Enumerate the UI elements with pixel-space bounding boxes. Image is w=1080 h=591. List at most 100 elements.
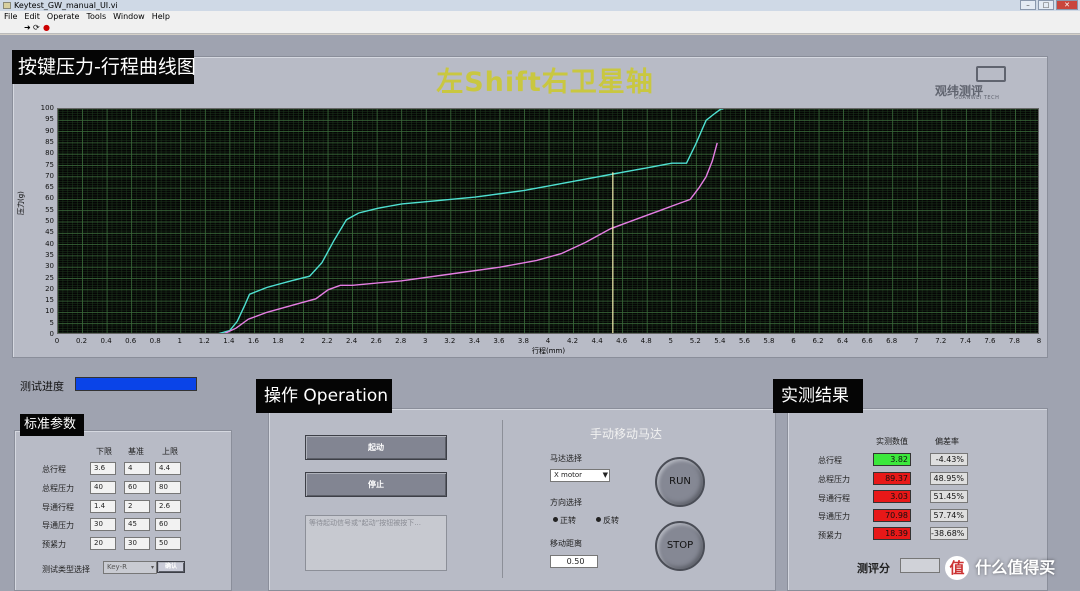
- radio-forward[interactable]: 正转: [553, 515, 576, 526]
- std-input[interactable]: 30: [90, 518, 116, 531]
- std-input[interactable]: 20: [90, 537, 116, 550]
- result-row-label: 总行程: [818, 456, 842, 465]
- results-label: 实测结果: [773, 379, 863, 413]
- std-input[interactable]: 40: [90, 481, 116, 494]
- result-row-label: 总程压力: [818, 475, 850, 484]
- app-icon: [3, 2, 11, 9]
- std-row-label: 预紧力: [42, 540, 66, 549]
- y-axis-label: 压力(g): [17, 191, 25, 215]
- menu-tools[interactable]: Tools: [86, 11, 106, 22]
- col-lower-limit: 下限: [96, 447, 112, 456]
- std-input[interactable]: 45: [124, 518, 150, 531]
- menu-help[interactable]: Help: [152, 11, 170, 22]
- y-tick-label: 70: [45, 171, 54, 180]
- x-axis-label: 行程(mm): [532, 347, 566, 355]
- watermark-logo-icon: 值: [945, 556, 969, 580]
- test-type-label: 测试类型选择: [42, 565, 90, 574]
- std-input[interactable]: 60: [124, 481, 150, 494]
- std-input[interactable]: 1.4: [90, 500, 116, 513]
- col-baseline: 基准: [128, 447, 144, 456]
- menu-window[interactable]: Window: [113, 11, 145, 22]
- operation-label: 操作 Operation: [256, 379, 392, 413]
- y-tick-label: 50: [45, 217, 54, 225]
- run-continuous-icon[interactable]: ⟳: [33, 24, 40, 32]
- menu-file[interactable]: File: [4, 11, 17, 22]
- result-deviation: -38.68%: [930, 527, 968, 540]
- result-deviation: 48.95%: [930, 472, 968, 485]
- std-input[interactable]: 30: [124, 537, 150, 550]
- logo-mark-icon: [976, 66, 1006, 82]
- run-button[interactable]: RUN: [655, 457, 705, 507]
- std-input[interactable]: 4.4: [155, 462, 181, 475]
- std-row-label: 导通压力: [42, 521, 74, 530]
- progress-bar: [75, 377, 197, 391]
- distance-input[interactable]: 0.50: [550, 555, 598, 568]
- abort-icon[interactable]: ●: [43, 24, 50, 32]
- watermark: 值 什么值得买: [945, 548, 1080, 588]
- std-input[interactable]: 3.6: [90, 462, 116, 475]
- logo-subtext: GUANWEI TECH: [954, 95, 1000, 101]
- menu-bar: File Edit Operate Tools Window Help: [0, 11, 1080, 22]
- run-arrow-icon[interactable]: ➜: [24, 24, 31, 32]
- menu-edit[interactable]: Edit: [24, 11, 40, 22]
- result-value: 18.39: [873, 527, 911, 540]
- minimize-button[interactable]: –: [1020, 0, 1036, 10]
- radio-dot-icon: [596, 517, 601, 522]
- std-input[interactable]: 4: [124, 462, 150, 475]
- test-type-select[interactable]: Key-R ▾: [103, 561, 157, 574]
- result-deviation: 57.74%: [930, 509, 968, 522]
- score-indicator: [900, 558, 940, 573]
- progress-label: 测试进度: [20, 380, 64, 393]
- y-tick-label: 35: [45, 250, 54, 259]
- result-value: 89.37: [873, 472, 911, 485]
- y-tick-label: 95: [45, 115, 54, 124]
- result-value: 70.98: [873, 509, 911, 522]
- test-type-value: Key-R: [107, 563, 127, 571]
- plot-svg: [58, 109, 1038, 333]
- maximize-button[interactable]: □: [1038, 0, 1054, 10]
- y-tick-label: 65: [45, 183, 54, 192]
- y-tick-label: 60: [45, 194, 54, 203]
- stop-test-button[interactable]: 停止: [305, 472, 447, 497]
- std-row-label: 总程压力: [42, 484, 74, 493]
- radio-reverse-label: 反转: [603, 516, 619, 525]
- stop-motor-button[interactable]: STOP: [655, 521, 705, 571]
- y-tick-label: 75: [45, 160, 54, 169]
- y-tick-label: 85: [45, 137, 54, 146]
- confirm-type-button[interactable]: 确认: [157, 561, 185, 573]
- result-row-label: 导通压力: [818, 512, 850, 521]
- std-row-label: 导通行程: [42, 503, 74, 512]
- std-input[interactable]: 2: [124, 500, 150, 513]
- radio-reverse[interactable]: 反转: [596, 515, 619, 526]
- std-input[interactable]: 80: [155, 481, 181, 494]
- standards-label: 标准参数: [20, 414, 84, 436]
- dropdown-arrow-icon: ▾: [150, 564, 154, 571]
- score-label: 测评分: [857, 562, 890, 575]
- y-tick-label: 80: [45, 149, 54, 158]
- std-input[interactable]: 60: [155, 518, 181, 531]
- distance-label: 移动距离: [550, 539, 582, 548]
- toolbar: ➜ ⟳ ●: [0, 22, 1080, 34]
- brand-logo: 观纬测评 GUANWEI TECH: [930, 64, 1030, 102]
- chart-title: 左Shift右卫星轴: [436, 67, 654, 98]
- x-tick-label: 8: [1036, 337, 1042, 345]
- std-input[interactable]: 50: [155, 537, 181, 550]
- menu-operate[interactable]: Operate: [47, 11, 80, 22]
- y-tick-label: 55: [45, 205, 54, 214]
- status-message: 等待起动信号或“起动”按钮被按下...: [305, 515, 447, 571]
- std-input[interactable]: 2.6: [155, 500, 181, 513]
- window-title-bar: Keytest_GW_manual_UI.vi – □ ✕: [0, 0, 1080, 11]
- result-deviation: 51.45%: [930, 490, 968, 503]
- progress-fill: [76, 378, 196, 390]
- result-value: 3.82: [873, 453, 911, 466]
- start-button[interactable]: 起动: [305, 435, 447, 460]
- operation-divider: [502, 420, 503, 578]
- y-tick-label: 25: [45, 273, 54, 282]
- force-travel-plot[interactable]: [57, 108, 1039, 334]
- y-tick-label: 30: [45, 262, 54, 271]
- close-button[interactable]: ✕: [1056, 0, 1078, 10]
- std-row-label: 总行程: [42, 465, 66, 474]
- col-upper-limit: 上限: [162, 447, 178, 456]
- motor-select[interactable]: X motor ▼: [550, 469, 610, 482]
- chart-section-label: 按键压力-行程曲线图: [12, 50, 196, 84]
